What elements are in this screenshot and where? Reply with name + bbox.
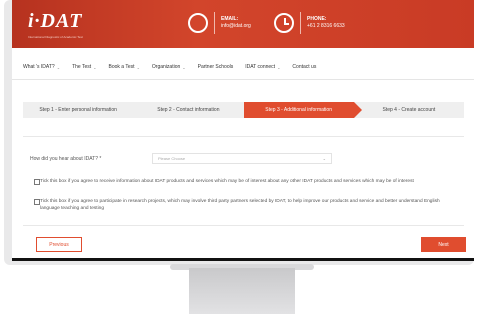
monitor-stand bbox=[189, 268, 295, 314]
contact-divider bbox=[300, 12, 301, 34]
email-text: EMAIL: info@idat.org bbox=[221, 16, 251, 30]
nav-item-what-is-idat[interactable]: What 's IDAT? ⌄ bbox=[23, 60, 60, 74]
nav-item-label: Partner Schools bbox=[197, 64, 234, 70]
research-consent: Tick this box if you agree to participat… bbox=[34, 198, 460, 212]
chevron-down-icon: ⌄ bbox=[56, 64, 61, 70]
step-3-active: Step 3 - Additional information bbox=[243, 102, 363, 118]
nav-item-label: Contact us bbox=[292, 64, 317, 70]
nav-item-label: Book a Test bbox=[108, 64, 135, 70]
phone-value[interactable]: +61 2 8316 6633 bbox=[307, 23, 345, 29]
step-1: Step 1 - Enter personal information bbox=[39, 107, 117, 113]
screen: i·DAT International Diagnostic of Academ… bbox=[12, 0, 474, 258]
research-consent-text: Tick this box if you agree to participat… bbox=[40, 199, 440, 211]
nav-item-idat-connect[interactable]: IDAT connect ⌄ bbox=[245, 60, 280, 74]
nav-item-contact-us[interactable]: Contact us bbox=[292, 60, 316, 74]
nav-item-label: Organization bbox=[151, 64, 181, 70]
marketing-checkbox[interactable] bbox=[34, 179, 40, 185]
step-2: Step 2 - Contact information bbox=[157, 107, 220, 113]
chevron-down-icon: ⌄ bbox=[136, 64, 140, 70]
section-divider bbox=[23, 136, 464, 137]
chevron-down-icon: ⌄ bbox=[93, 64, 97, 70]
previous-button[interactable]: Previous bbox=[36, 237, 82, 252]
chevron-down-icon: ⌄ bbox=[322, 156, 326, 161]
email-contact: EMAIL: info@idat.org bbox=[188, 12, 251, 34]
nav-item-the-test[interactable]: The Test ⌄ bbox=[72, 60, 96, 74]
marketing-consent-text: Tick this box if you agree to receive in… bbox=[40, 179, 414, 184]
form-divider bbox=[23, 225, 464, 226]
logo[interactable]: i·DAT bbox=[28, 10, 82, 33]
header-bar: i·DAT International Diagnostic of Academ… bbox=[12, 0, 474, 48]
nav-item-organization[interactable]: Organization ⌄ bbox=[152, 60, 186, 74]
hear-about-select[interactable]: Please Choose ⌄ bbox=[152, 153, 332, 164]
nav-item-label: What 's IDAT? bbox=[23, 64, 55, 70]
email-value[interactable]: info@idat.org bbox=[221, 23, 251, 29]
clock-icon bbox=[274, 13, 294, 33]
main-nav: What 's IDAT? ⌄ The Test ⌄ Book a Test ⌄ Or… bbox=[12, 60, 474, 74]
email-icon bbox=[188, 13, 208, 33]
nav-item-book-a-test[interactable]: Book a Test ⌄ bbox=[109, 60, 140, 74]
nav-item-label: The Test bbox=[72, 64, 92, 70]
hear-about-label: How did you hear about IDAT? * bbox=[30, 156, 102, 162]
screen-bottom-edge bbox=[12, 258, 474, 261]
next-button[interactable]: Next bbox=[421, 237, 466, 252]
chevron-down-icon: ⌄ bbox=[277, 64, 281, 70]
email-label: EMAIL: bbox=[221, 16, 239, 22]
hear-about-placeholder: Please Choose bbox=[158, 156, 186, 161]
step-4: Step 4 - Create account bbox=[382, 107, 436, 113]
nav-item-label: IDAT connect bbox=[245, 64, 276, 70]
logo-tagline: International Diagnostic of Academic Tes… bbox=[28, 35, 83, 39]
marketing-consent: Tick this box if you agree to receive in… bbox=[34, 178, 460, 185]
research-checkbox[interactable] bbox=[34, 199, 40, 205]
phone-label: PHONE: bbox=[307, 16, 327, 22]
contact-divider bbox=[214, 12, 215, 34]
nav-item-partner-schools[interactable]: Partner Schools bbox=[198, 60, 234, 74]
chevron-down-icon: ⌄ bbox=[182, 64, 186, 70]
nav-divider bbox=[12, 79, 474, 80]
phone-contact: PHONE: +61 2 8316 6633 bbox=[274, 12, 345, 34]
step-progress: Step 1 - Enter personal information Step… bbox=[23, 102, 464, 118]
phone-text: PHONE: +61 2 8316 6633 bbox=[307, 16, 345, 30]
